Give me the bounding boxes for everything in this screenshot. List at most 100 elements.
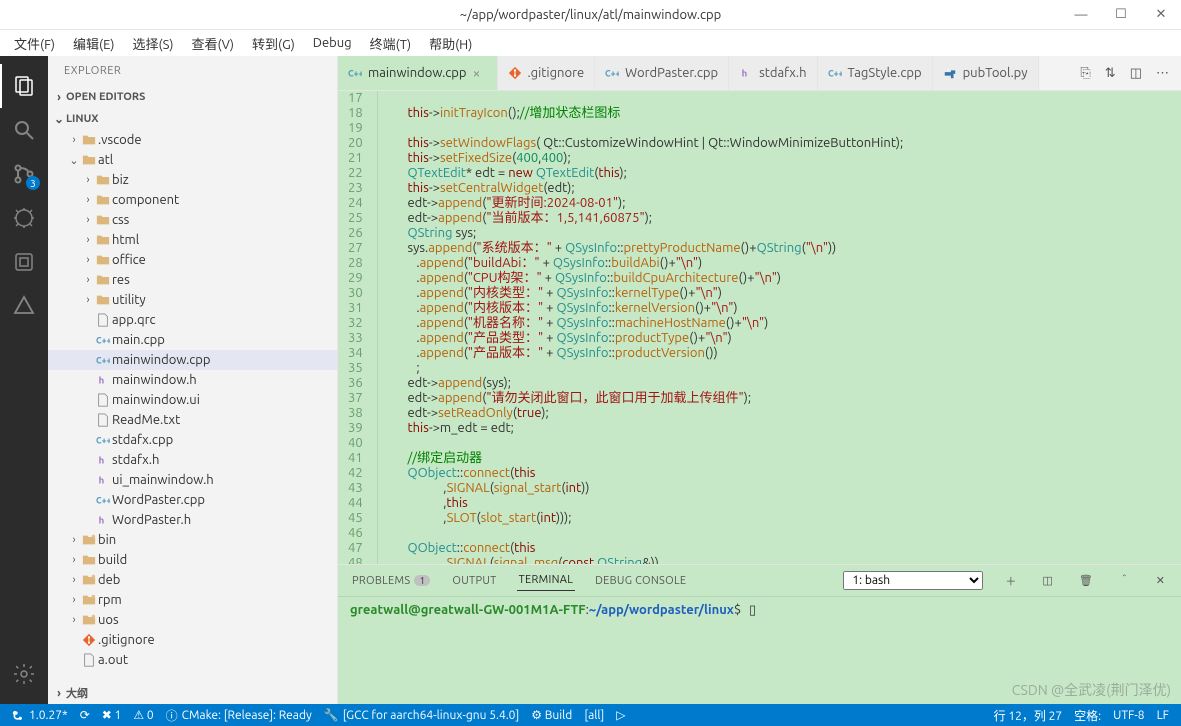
- file-icon: [94, 313, 112, 327]
- sb-linecol[interactable]: 行 12，列 27: [988, 707, 1069, 724]
- menu-item[interactable]: 选择(S): [125, 31, 182, 56]
- chevron-icon: ›: [82, 174, 94, 186]
- folder-item[interactable]: ›rpm: [48, 590, 337, 610]
- extensions-icon[interactable]: [0, 284, 48, 328]
- file-item[interactable]: hstdafx.h: [48, 450, 337, 470]
- sb-debug-launch[interactable]: ▷: [610, 708, 631, 722]
- folder-item[interactable]: ›component: [48, 190, 337, 210]
- workspace-root[interactable]: ⌄LINUX: [48, 108, 337, 130]
- terminal-body[interactable]: greatwall@greatwall-GW-001M1A-FTF:~/app/…: [338, 597, 1181, 704]
- menu-item[interactable]: 帮助(H): [421, 31, 480, 56]
- tab-debug-console[interactable]: DEBUG CONSOLE: [593, 571, 688, 591]
- menu-item[interactable]: 终端(T): [362, 31, 419, 56]
- tab-close-icon[interactable]: ×: [473, 65, 487, 81]
- menu-item[interactable]: 查看(V): [184, 31, 242, 56]
- split-editor-icon[interactable]: ◫: [1126, 62, 1146, 85]
- editor-tab[interactable]: hstdafx.h: [729, 56, 817, 90]
- folder-item[interactable]: ›res: [48, 270, 337, 290]
- editor-tab[interactable]: C++TagStyle.cpp: [818, 56, 933, 90]
- file-item[interactable]: ReadMe.txt: [48, 410, 337, 430]
- file-item[interactable]: mainwindow.ui: [48, 390, 337, 410]
- tree-label: ui_mainwindow.h: [112, 473, 214, 487]
- close-button[interactable]: ✕: [1141, 0, 1181, 30]
- svg-text:C++: C++: [348, 69, 362, 79]
- panel-maximize-icon[interactable]: ＾: [1115, 571, 1134, 591]
- tab-terminal[interactable]: TERMINAL: [517, 570, 576, 591]
- menu-item[interactable]: 转到(G): [244, 31, 303, 56]
- file-item[interactable]: hWordPaster.h: [48, 510, 337, 530]
- folder-item[interactable]: ⌄atl: [48, 150, 337, 170]
- folder-item[interactable]: ›css: [48, 210, 337, 230]
- new-terminal-icon[interactable]: ＋: [1001, 571, 1020, 591]
- folder-item[interactable]: ›bin: [48, 530, 337, 550]
- folder-item[interactable]: ›biz: [48, 170, 337, 190]
- scm-icon[interactable]: 3: [0, 152, 48, 196]
- sb-sync[interactable]: ⟳: [74, 708, 96, 722]
- compare-icon[interactable]: ⎘: [1076, 62, 1094, 85]
- menu-item[interactable]: 编辑(E): [65, 31, 122, 56]
- sb-spaces[interactable]: 空格:: [1068, 707, 1107, 724]
- tree-label: main.cpp: [112, 333, 165, 347]
- cmake-icon[interactable]: [0, 240, 48, 284]
- sb-build[interactable]: ⚙ Build: [525, 708, 578, 722]
- file-item[interactable]: C++main.cpp: [48, 330, 337, 350]
- sb-cmake[interactable]: ⓘ CMake: [Release]: Ready: [160, 707, 318, 724]
- file-item[interactable]: hui_mainwindow.h: [48, 470, 337, 490]
- file-item[interactable]: app.qrc: [48, 310, 337, 330]
- more-icon[interactable]: ⋯: [1152, 62, 1173, 85]
- debug-icon[interactable]: [0, 196, 48, 240]
- sb-branch[interactable]: 1.0.27*: [6, 709, 74, 722]
- menu-item[interactable]: Debug: [305, 33, 360, 53]
- search-icon[interactable]: [0, 108, 48, 152]
- tab-output[interactable]: OUTPUT: [450, 571, 498, 591]
- kill-terminal-icon[interactable]: 🗑: [1075, 572, 1097, 589]
- panel-close-icon[interactable]: ✕: [1152, 572, 1169, 589]
- folder-item[interactable]: ›build: [48, 550, 337, 570]
- editor-tab[interactable]: pubTool.py: [933, 56, 1039, 90]
- file-item[interactable]: .gitignore: [48, 630, 337, 650]
- tree-label: bin: [98, 533, 116, 547]
- file-icon: [80, 533, 98, 547]
- folder-item[interactable]: ›utility: [48, 290, 337, 310]
- cursor: ▯: [749, 603, 756, 617]
- bottom-panel: PROBLEMS1 OUTPUT TERMINAL DEBUG CONSOLE …: [338, 564, 1181, 704]
- editor-tab[interactable]: C++WordPaster.cpp: [595, 56, 729, 90]
- file-item[interactable]: C++WordPaster.cpp: [48, 490, 337, 510]
- sb-eol[interactable]: LF: [1151, 707, 1175, 724]
- file-icon: h: [94, 513, 112, 527]
- tab-icon: [508, 66, 522, 80]
- file-item[interactable]: C++mainwindow.cpp: [48, 350, 337, 370]
- sb-target[interactable]: [all]: [578, 709, 610, 722]
- file-item[interactable]: a.out: [48, 650, 337, 670]
- file-item[interactable]: hmainwindow.h: [48, 370, 337, 390]
- editor-tab[interactable]: C++mainwindow.cpp×: [338, 56, 498, 90]
- menu-item[interactable]: 文件(F): [6, 31, 63, 56]
- sb-warnings[interactable]: ⚠ 0: [127, 708, 159, 722]
- terminal-select[interactable]: 1: bash: [843, 571, 983, 590]
- outline-section[interactable]: ›大纲: [48, 682, 337, 704]
- open-editors-section[interactable]: ›OPEN EDITORS: [48, 86, 337, 108]
- sb-encoding[interactable]: UTF-8: [1107, 707, 1150, 724]
- folder-item[interactable]: ›deb: [48, 570, 337, 590]
- explorer-icon[interactable]: [0, 64, 48, 108]
- folder-item[interactable]: ›.vscode: [48, 130, 337, 150]
- tree-label: WordPaster.h: [112, 513, 191, 527]
- folder-item[interactable]: ›html: [48, 230, 337, 250]
- tree-label: build: [98, 553, 127, 567]
- minimize-button[interactable]: —: [1061, 0, 1101, 30]
- tab-problems[interactable]: PROBLEMS1: [350, 571, 432, 591]
- sb-kit[interactable]: 🔧[GCC for aarch64-linux-gnu 5.4.0]: [318, 708, 526, 722]
- file-icon: C++: [94, 353, 112, 367]
- editor-tab[interactable]: .gitignore: [498, 56, 596, 90]
- maximize-button[interactable]: ☐: [1101, 0, 1141, 30]
- folder-item[interactable]: ›office: [48, 250, 337, 270]
- file-item[interactable]: C++stdafx.cpp: [48, 430, 337, 450]
- sb-errors[interactable]: ✖ 1: [96, 708, 128, 722]
- file-icon: [80, 593, 98, 607]
- settings-icon[interactable]: [0, 652, 48, 696]
- folder-item[interactable]: ›uos: [48, 610, 337, 630]
- code-editor[interactable]: 1718192021222324252627282930313233343536…: [338, 91, 1181, 564]
- tree-label: ReadMe.txt: [112, 413, 180, 427]
- toggle-icon[interactable]: ⇅: [1101, 62, 1120, 85]
- split-terminal-icon[interactable]: ◫: [1038, 572, 1056, 589]
